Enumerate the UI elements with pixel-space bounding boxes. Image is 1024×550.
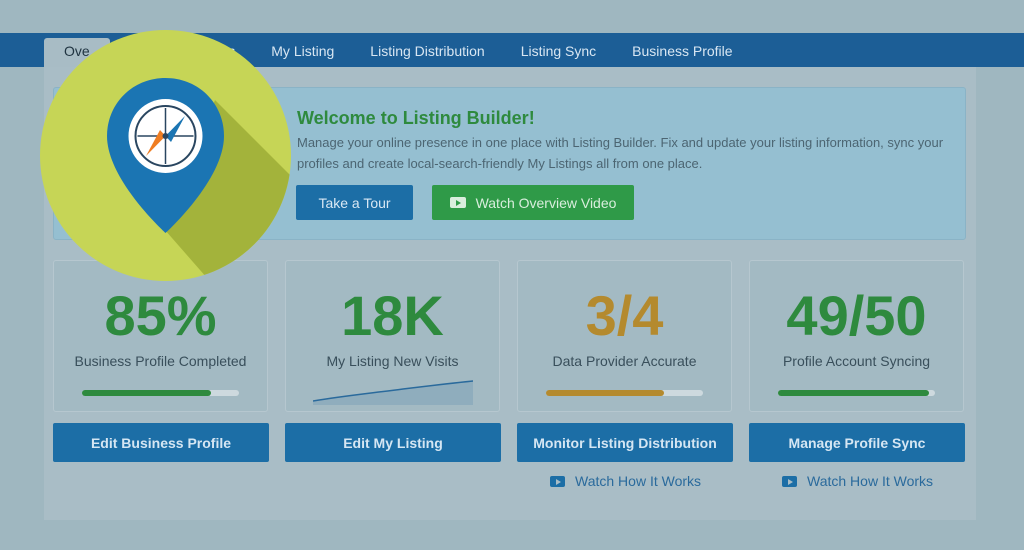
monitor-listing-distribution-button[interactable]: Monitor Listing Distribution	[517, 423, 733, 462]
video-play-icon	[550, 475, 565, 487]
watch-how-it-works-link[interactable]: Watch How It Works	[550, 473, 701, 489]
how-it-works-label: Watch How It Works	[807, 473, 934, 489]
stat-label: Profile Account Syncing	[782, 353, 931, 369]
stat-value: 18K	[341, 284, 444, 347]
video-play-icon	[449, 197, 466, 208]
watch-overview-video-button[interactable]: Watch Overview Video	[432, 185, 634, 220]
stat-value: 3/4	[585, 284, 664, 347]
stat-card-my-listing: 18K My Listing New Visits	[285, 260, 500, 412]
stat-card-business-profile: 85% Business Profile Completed	[53, 260, 268, 412]
take-tour-label: Take a Tour	[318, 194, 391, 211]
progress-fill	[82, 390, 211, 396]
action-label: Manage Profile Sync	[788, 434, 926, 451]
video-play-icon	[782, 475, 797, 487]
bottom-band	[0, 520, 1024, 550]
stat-value: 49/50	[786, 284, 927, 347]
watch-how-it-works-link[interactable]: Watch How It Works	[782, 473, 933, 489]
progress-bar	[546, 390, 703, 396]
action-label: Edit Business Profile	[90, 434, 232, 451]
tab-listing-distribution[interactable]: Listing Distribution	[352, 38, 502, 67]
edit-business-profile-button[interactable]: Edit Business Profile	[53, 423, 269, 462]
stat-label: Business Profile Completed	[74, 353, 247, 369]
how-it-works-label: Watch How It Works	[575, 473, 702, 489]
stat-value: 85%	[104, 284, 217, 347]
tab-business-profile[interactable]: Business Profile	[614, 38, 750, 67]
welcome-title: Welcome to Listing Builder!	[297, 108, 535, 128]
progress-fill	[778, 390, 929, 396]
edit-my-listing-button[interactable]: Edit My Listing	[285, 423, 501, 462]
take-tour-button[interactable]: Take a Tour	[296, 185, 413, 220]
welcome-description: Manage your online presence in one place…	[297, 135, 944, 171]
progress-bar	[778, 390, 935, 396]
progress-bar	[82, 390, 239, 396]
tab-listing-sync[interactable]: Listing Sync	[503, 38, 614, 67]
manage-profile-sync-button[interactable]: Manage Profile Sync	[749, 423, 965, 462]
action-label: Edit My Listing	[343, 434, 443, 451]
stat-card-data-provider: 3/4 Data Provider Accurate	[517, 260, 732, 412]
stat-card-profile-sync: 49/50 Profile Account Syncing	[749, 260, 964, 412]
action-label: Monitor Listing Distribution	[533, 434, 717, 451]
watch-overview-label: Watch Overview Video	[475, 194, 617, 211]
stat-label: Data Provider Accurate	[552, 353, 697, 369]
stat-label: My Listing New Visits	[326, 353, 459, 369]
visits-sparkline	[313, 380, 473, 405]
top-band	[0, 0, 1024, 33]
progress-fill	[546, 390, 664, 396]
compass-location-pin-icon	[40, 30, 291, 281]
